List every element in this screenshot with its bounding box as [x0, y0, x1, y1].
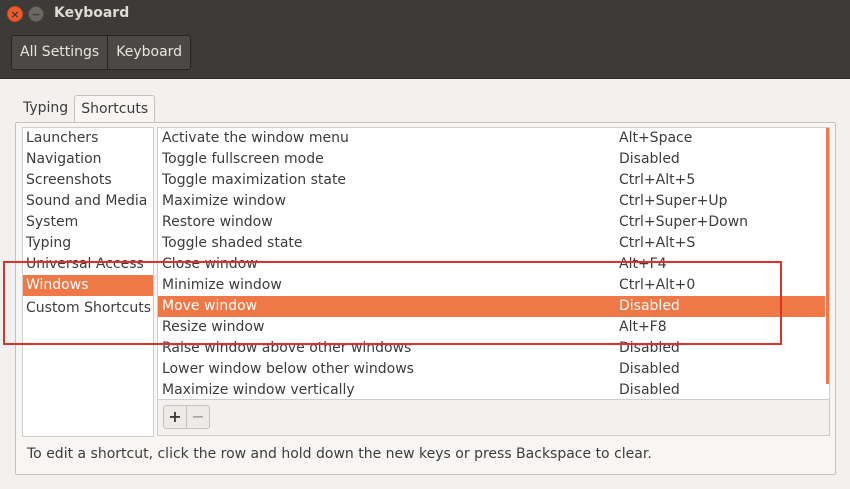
keyboard-breadcrumb-button[interactable]: Keyboard — [107, 36, 190, 69]
shortcut-key: Ctrl+Alt+S — [619, 235, 696, 251]
shortcut-name: Lower window below other windows — [162, 361, 414, 377]
shortcut-row[interactable]: Toggle maximization state Ctrl+Alt+5 — [158, 170, 825, 191]
main-content: Typing Shortcuts Launchers Navigation Sc… — [0, 79, 850, 489]
shortcut-key: Ctrl+Super+Up — [619, 193, 728, 209]
category-item-sound-and-media[interactable]: Sound and Media — [23, 191, 153, 212]
shortcut-name: Toggle maximization state — [162, 172, 347, 188]
shortcut-row[interactable]: Restore window Ctrl+Super+Down — [158, 212, 825, 233]
tab-bar: Typing Shortcuts — [17, 95, 156, 123]
shortcut-key: Ctrl+Alt+5 — [619, 172, 696, 188]
header-bar: All Settings Keyboard — [0, 28, 850, 79]
shortcut-name: Close window — [162, 256, 258, 272]
remove-shortcut-button[interactable]: − — [186, 406, 209, 428]
shortcut-name: Toggle shaded state — [162, 235, 303, 251]
shortcut-key: Alt+F4 — [619, 256, 667, 272]
shortcut-key: Disabled — [619, 298, 680, 314]
shortcut-key: Disabled — [619, 382, 680, 398]
category-item-typing[interactable]: Typing — [23, 233, 153, 254]
scrollbar[interactable] — [826, 128, 829, 384]
shortcut-key: Ctrl+Alt+0 — [619, 277, 696, 293]
breadcrumb: All Settings Keyboard — [11, 35, 192, 70]
shortcut-name: Move window — [162, 298, 258, 314]
tab-shortcuts[interactable]: Shortcuts — [74, 95, 156, 123]
category-item-universal-access[interactable]: Universal Access — [23, 254, 153, 275]
shortcut-row[interactable]: Minimize window Ctrl+Alt+0 — [158, 275, 825, 296]
category-item-system[interactable]: System — [23, 212, 153, 233]
shortcut-key: Ctrl+Super+Down — [619, 214, 749, 230]
category-item-screenshots[interactable]: Screenshots — [23, 170, 153, 191]
shortcuts-panel: Launchers Navigation Screenshots Sound a… — [15, 122, 836, 475]
shortcut-row[interactable]: Toggle fullscreen mode Disabled — [158, 149, 825, 170]
shortcut-key: Disabled — [619, 340, 680, 356]
shortcut-key: Disabled — [619, 151, 680, 167]
shortcut-row[interactable]: Lower window below other windows Disabled — [158, 359, 825, 380]
title-bar: × − Keyboard — [0, 0, 850, 28]
shortcut-row[interactable]: Maximize window vertically Disabled — [158, 380, 825, 401]
list-toolbar: + − — [157, 400, 830, 436]
all-settings-button[interactable]: All Settings — [12, 36, 107, 69]
shortcut-name: Activate the window menu — [162, 130, 349, 146]
help-text: To edit a shortcut, click the row and ho… — [27, 446, 652, 462]
minimize-icon: − — [31, 7, 41, 21]
shortcut-key: Disabled — [619, 361, 680, 377]
category-list: Launchers Navigation Screenshots Sound a… — [22, 127, 154, 437]
shortcut-row[interactable]: Maximize window Ctrl+Super+Up — [158, 191, 825, 212]
shortcut-name: Minimize window — [162, 277, 282, 293]
shortcut-row[interactable]: Close window Alt+F4 — [158, 254, 825, 275]
shortcut-row[interactable]: Resize window Alt+F8 — [158, 317, 825, 338]
shortcut-row[interactable]: Activate the window menu Alt+Space — [158, 128, 825, 149]
add-shortcut-button[interactable]: + — [164, 406, 186, 428]
category-item-windows[interactable]: Windows — [23, 275, 153, 296]
shortcut-name: Toggle fullscreen mode — [162, 151, 324, 167]
add-remove-group: + − — [163, 405, 210, 429]
shortcut-name: Maximize window — [162, 193, 286, 209]
shortcut-name: Raise window above other windows — [162, 340, 412, 356]
category-item-launchers[interactable]: Launchers — [23, 128, 153, 149]
shortcut-row-selected[interactable]: Move window Disabled — [158, 296, 825, 317]
shortcut-key: Alt+Space — [619, 130, 693, 146]
category-item-navigation[interactable]: Navigation — [23, 149, 153, 170]
shortcut-row[interactable]: Toggle shaded state Ctrl+Alt+S — [158, 233, 825, 254]
close-window-button[interactable]: × — [7, 6, 23, 22]
shortcut-key: Alt+F8 — [619, 319, 667, 335]
close-icon: × — [10, 7, 20, 21]
category-item-custom-shortcuts[interactable]: Custom Shortcuts — [23, 296, 153, 320]
shortcut-list: Activate the window menu Alt+Space Toggle… — [157, 127, 830, 400]
shortcut-name: Maximize window vertically — [162, 382, 355, 398]
shortcut-name: Restore window — [162, 214, 273, 230]
window-title: Keyboard — [54, 5, 130, 21]
tab-typing[interactable]: Typing — [17, 95, 74, 121]
shortcut-name: Resize window — [162, 319, 265, 335]
shortcut-row[interactable]: Raise window above other windows Disabled — [158, 338, 825, 359]
minimize-window-button[interactable]: − — [28, 6, 44, 22]
